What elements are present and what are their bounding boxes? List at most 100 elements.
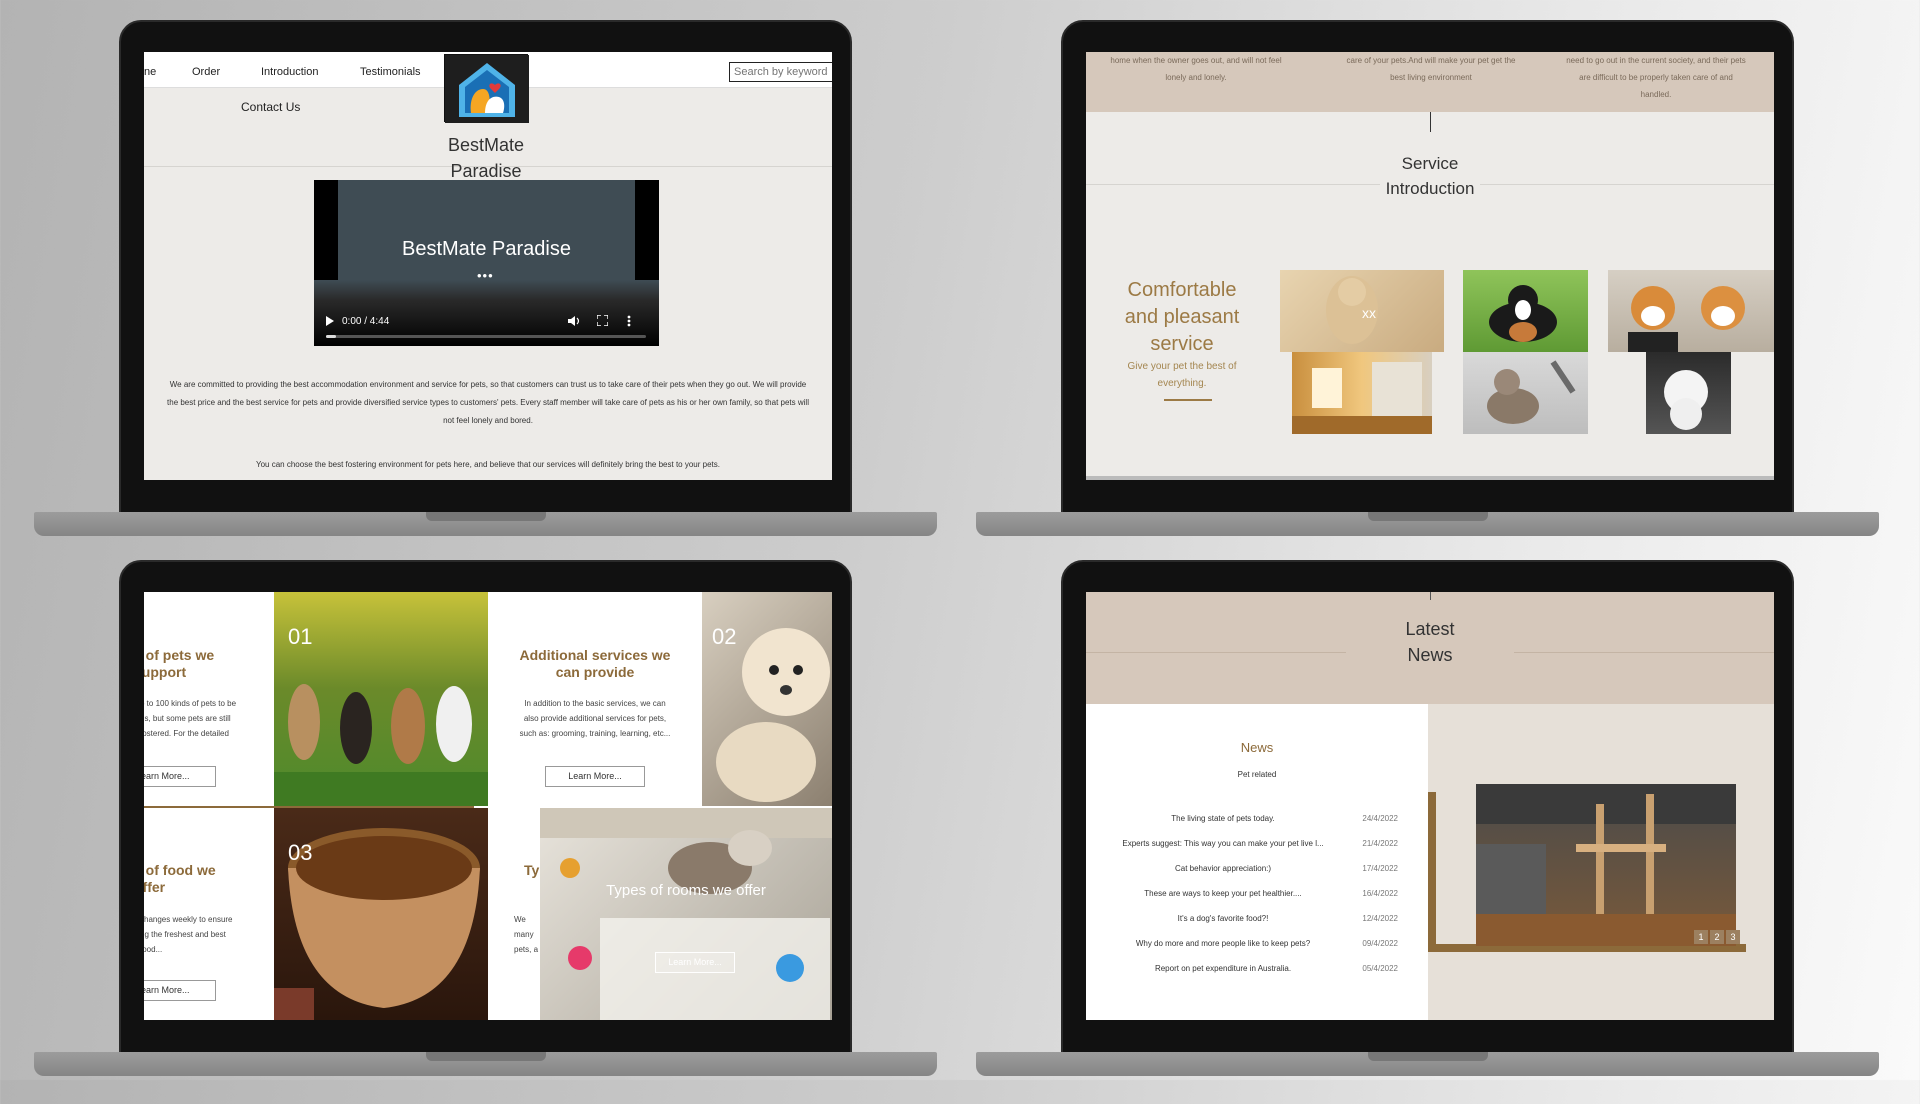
carousel-page-1[interactable]: 1 xyxy=(1694,930,1708,944)
search-input[interactable] xyxy=(729,62,832,82)
volume-icon[interactable] xyxy=(568,315,580,327)
cat-rooms-image: Types of rooms we offer Learn More... xyxy=(540,808,832,1020)
nav-home[interactable]: ne xyxy=(144,66,156,78)
nav-order[interactable]: Order xyxy=(192,66,220,78)
news-title: News xyxy=(1240,740,1274,755)
laptop-3: s of pets we support p to 100 kinds of p… xyxy=(34,560,937,1104)
video-progress-fill xyxy=(326,335,336,338)
news-item[interactable]: These are ways to keep your pet healthie… xyxy=(1118,889,1398,901)
video-controls: 0:00 / 4:44 xyxy=(314,312,659,332)
video-progress-bar[interactable] xyxy=(326,335,646,338)
nav-introduction[interactable]: Introduction xyxy=(261,66,318,78)
intro-paragraph-2: You can choose the best fostering enviro… xyxy=(256,460,720,469)
gallery-image-poodle[interactable] xyxy=(1646,352,1731,434)
more-options-icon[interactable] xyxy=(627,315,631,327)
news-item[interactable]: Why do more and more people like to keep… xyxy=(1118,939,1398,951)
cats-in-room-photo xyxy=(540,808,832,1020)
dogs-on-grass-image: 01 xyxy=(274,592,488,806)
poodle-photo xyxy=(1664,370,1708,430)
testimonial-col-3: need to go out in the current society, a… xyxy=(1566,56,1746,99)
comfort-line1: Comfortable xyxy=(1127,279,1237,301)
service-title-line2: Introduction xyxy=(1385,179,1475,198)
play-icon[interactable] xyxy=(326,316,334,326)
comfort-line3: service xyxy=(1150,333,1214,355)
brand-name: BestMate Paradise xyxy=(406,132,566,184)
intro-paragraph: We are committed to providing the best a… xyxy=(167,380,809,425)
card-pets-text: p to 100 kinds of pets to be us, but som… xyxy=(144,699,237,738)
card-pets-learn-more-button[interactable]: earn More... xyxy=(144,766,216,787)
gallery-image-bear[interactable]: xx xyxy=(1280,270,1444,352)
laptop-1-screen: ne Order Introduction Testimonials Conta… xyxy=(144,52,832,480)
laptop-4-base xyxy=(976,1052,1879,1076)
gallery-image-room[interactable] xyxy=(1292,352,1432,434)
laptop-3-bezel: s of pets we support p to 100 kinds of p… xyxy=(119,560,852,1054)
laptop-2: home when the owner goes out, and will n… xyxy=(976,20,1879,564)
card-number-02: 02 xyxy=(712,624,737,649)
card-food-learn-more-button[interactable]: earn More... xyxy=(144,980,216,1001)
gallery-image-grooming[interactable] xyxy=(1463,352,1588,434)
card-pets-title: s of pets we support xyxy=(144,647,215,680)
comfort-heading: Comfortable and pleasant service xyxy=(1108,277,1256,358)
card-additional-title: Additional services we can provide xyxy=(519,647,671,680)
news-carousel-image[interactable] xyxy=(1476,784,1736,946)
latest-line1: Latest xyxy=(1405,619,1455,639)
news-item[interactable]: The living state of pets today. 24/4/2022 xyxy=(1118,814,1398,826)
brand-line1: BestMate xyxy=(447,135,525,155)
video-time: 0:00 / 4:44 xyxy=(342,316,390,327)
video-poster: BestMate Paradise ••• xyxy=(338,180,635,292)
news-subtitle: Pet related xyxy=(1237,770,1277,779)
news-item[interactable]: Experts suggest: This way you can make y… xyxy=(1118,839,1398,851)
card-rooms-partial: Ty We many pets, a xyxy=(488,808,540,1020)
laptop-1-bezel: ne Order Introduction Testimonials Conta… xyxy=(119,20,852,514)
card-food-title: s of food we offer xyxy=(144,862,216,895)
laptop-4-bezel: Latest News News Pet related The living … xyxy=(1061,560,1794,1054)
laptop-1: ne Order Introduction Testimonials Conta… xyxy=(34,20,937,564)
card-additional-text: In addition to the basic services, we ca… xyxy=(519,699,671,738)
laptop-4: Latest News News Pet related The living … xyxy=(976,560,1879,1104)
bernese-dog-photo xyxy=(1489,285,1557,342)
pet-room-photo xyxy=(1292,362,1432,434)
card-additional: Additional services we can provide In ad… xyxy=(488,592,702,806)
card-number-01: 01 xyxy=(288,624,313,649)
laptop-1-base xyxy=(34,512,937,536)
dog-cat-house-icon xyxy=(445,55,529,123)
laptop-4-screen: Latest News News Pet related The living … xyxy=(1086,592,1774,1020)
gallery-caption: xx xyxy=(1362,305,1376,321)
service-title-line1: Service xyxy=(1401,154,1459,173)
news-item[interactable]: Cat behavior appreciation:) 17/4/2022 xyxy=(1118,864,1398,876)
teddy-bear-photo: xx xyxy=(1326,276,1378,344)
gallery-image-shiba[interactable] xyxy=(1608,270,1774,352)
card-pets: s of pets we support p to 100 kinds of p… xyxy=(144,592,274,806)
nav-contact-us[interactable]: Contact Us xyxy=(241,100,300,114)
carousel-page-3[interactable]: 3 xyxy=(1726,930,1740,944)
brand-logo[interactable] xyxy=(444,54,529,123)
testimonial-col-1: home when the owner goes out, and will n… xyxy=(1110,56,1282,82)
gallery-image-dog-grass[interactable] xyxy=(1463,270,1588,352)
rooms-learn-more-button[interactable]: Learn More... xyxy=(655,952,735,973)
card-food-text: changes weekly to ensure ng the freshest… xyxy=(144,915,233,954)
comfort-subtext: Give your pet the best of everything. xyxy=(1127,361,1237,389)
carousel-page-2[interactable]: 2 xyxy=(1710,930,1724,944)
laptop-3-screen: s of pets we support p to 100 kinds of p… xyxy=(144,592,832,1020)
pet-food-image: 03 xyxy=(274,808,488,1020)
fullscreen-icon[interactable] xyxy=(597,315,608,326)
news-item[interactable]: It's a dog's favorite food?! 12/4/2022 xyxy=(1118,914,1398,926)
section-title-service: Service Introduction xyxy=(1380,151,1480,201)
shiba-dogs-photo xyxy=(1628,286,1745,352)
video-title: BestMate Paradise xyxy=(402,238,571,260)
news-item[interactable]: Report on pet expenditure in Australia. 0… xyxy=(1118,964,1398,976)
rooms-title: Types of rooms we offer xyxy=(606,882,766,899)
comfort-line2: and pleasant xyxy=(1124,306,1240,328)
laptop-2-base xyxy=(976,512,1879,536)
card-number-03: 03 xyxy=(288,840,313,865)
laptop-3-base xyxy=(34,1052,937,1076)
testimonial-col-2: care of your pets.And will make your pet… xyxy=(1346,56,1516,82)
news-list-panel: News Pet related The living state of pet… xyxy=(1086,704,1428,1020)
poodle-image: 02 xyxy=(702,592,832,806)
nav-testimonials[interactable]: Testimonials xyxy=(360,66,421,78)
card-additional-learn-more-button[interactable]: Learn More... xyxy=(545,766,645,787)
section-title-latest-news: Latest News xyxy=(1380,616,1480,668)
card-food: s of food we offer changes weekly to ens… xyxy=(144,808,274,1020)
video-player[interactable]: BestMate Paradise ••• 0:00 / 4:44 xyxy=(314,180,659,346)
latest-line2: News xyxy=(1407,645,1453,665)
